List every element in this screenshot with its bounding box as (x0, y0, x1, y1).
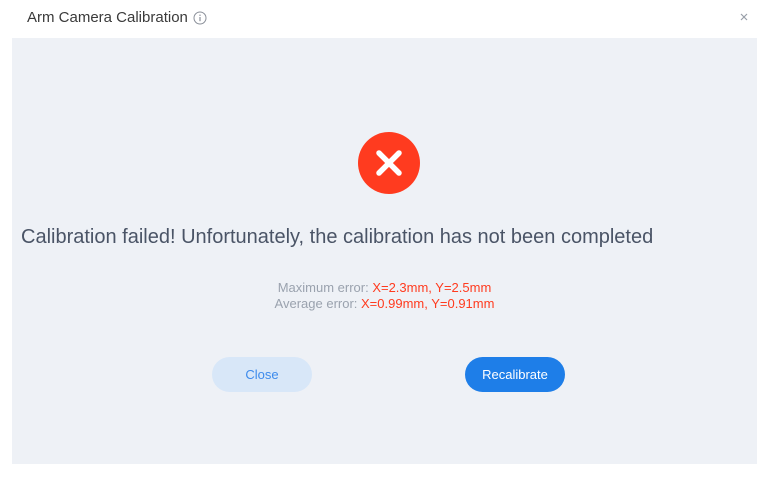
dialog-body: Calibration failed! Unfortunately, the c… (12, 38, 757, 464)
avg-error-line: Average error: X=0.99mm, Y=0.91mm (12, 296, 757, 312)
close-button[interactable]: Close (212, 357, 312, 392)
max-error-value: X=2.3mm, Y=2.5mm (372, 280, 492, 295)
recalibrate-button[interactable]: Recalibrate (465, 357, 565, 392)
error-x-icon (358, 132, 420, 194)
avg-error-value: X=0.99mm, Y=0.91mm (361, 296, 495, 311)
result-headline: Calibration failed! Unfortunately, the c… (21, 226, 654, 248)
dialog-title-group: Arm Camera Calibration (27, 9, 207, 26)
avg-error-label: Average error: (274, 296, 362, 311)
info-circle-icon[interactable] (193, 11, 207, 25)
dialog-titlebar: Arm Camera Calibration (0, 0, 757, 38)
max-error-label: Maximum error: (277, 280, 373, 295)
dialog-title: Arm Camera Calibration (27, 9, 188, 26)
close-icon[interactable] (735, 8, 753, 26)
calibration-dialog: Arm Camera Calibration Calibration faile… (0, 0, 757, 492)
max-error-line: Maximum error: X=2.3mm, Y=2.5mm (12, 280, 757, 296)
error-details: Maximum error: X=2.3mm, Y=2.5mm Average … (12, 280, 757, 312)
